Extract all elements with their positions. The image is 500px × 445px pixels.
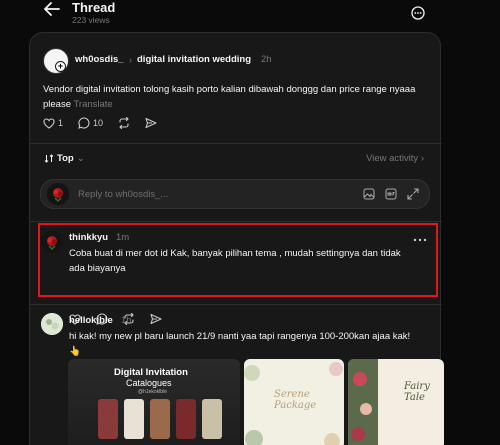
expand-icon[interactable] (407, 188, 419, 200)
attachment-subtitle: Catalogues (126, 378, 172, 388)
attachment-image[interactable]: Serene Package (244, 359, 344, 445)
comment-author[interactable]: hellokible (69, 315, 113, 326)
comment-icon (78, 117, 90, 129)
follow-plus-icon[interactable]: + (55, 61, 66, 72)
reply-input[interactable]: Reply to wh0osdis_... (78, 189, 168, 200)
back-arrow-icon[interactable] (44, 2, 62, 16)
highlight-box (38, 223, 438, 297)
view-count: 223 views (72, 15, 110, 25)
sort-icon (44, 154, 54, 163)
sort-dropdown[interactable]: Top ⌄ (44, 153, 85, 164)
comment-time: 1h (121, 315, 132, 326)
avatar (47, 183, 69, 205)
gif-icon[interactable] (385, 188, 397, 200)
view-activity-link[interactable]: View activity › (366, 153, 424, 164)
reply-composer[interactable]: Reply to wh0osdis_... (40, 179, 430, 209)
attachment-image[interactable]: Fairy Tale (348, 359, 444, 445)
attachment-title: Digital Invitation (114, 367, 188, 378)
chevron-down-icon: ⌄ (76, 153, 85, 164)
post-actions: 1 10 (43, 117, 172, 129)
like-count: 1 (58, 118, 64, 128)
attachment-carousel[interactable]: Digital Invitation Catalogues @h1ekoklbl… (68, 359, 448, 445)
repost-icon (119, 117, 129, 129)
comment-button[interactable]: 10 (78, 117, 103, 129)
topic-separator: › (129, 55, 132, 65)
phone-mockup (98, 399, 118, 439)
share-button[interactable] (145, 117, 157, 129)
send-icon (145, 117, 157, 129)
translate-link[interactable]: Translate (73, 99, 112, 110)
top-bar: Thread 223 views (0, 0, 500, 30)
post-topic[interactable]: digital invitation wedding (137, 54, 251, 65)
repost-button[interactable] (118, 117, 130, 129)
heart-icon (43, 117, 55, 129)
post-author[interactable]: wh0osdis_ (75, 54, 124, 65)
page-title: Thread (72, 0, 116, 15)
attachment-handle: @h1ekoklble (138, 389, 167, 395)
post-text: Vendor digital invitation tolong kasih p… (43, 82, 433, 112)
divider (30, 143, 442, 144)
phone-mockup (176, 399, 196, 439)
phone-mockup (202, 399, 222, 439)
comment-text: hi kak! my new pl baru launch 21/9 nanti… (69, 331, 411, 357)
attachment-image[interactable]: Digital Invitation Catalogues @h1ekoklbl… (68, 359, 240, 445)
original-post: + wh0osdis_ › digital invitation wedding… (30, 33, 442, 143)
comment-count: 10 (93, 118, 104, 128)
phone-mockup (150, 399, 170, 439)
post-time: 2h (261, 54, 272, 65)
attachment-title: Fairy Tale (404, 381, 430, 403)
phone-mockup (124, 399, 144, 439)
like-button[interactable]: 1 (43, 117, 64, 129)
image-icon[interactable] (363, 188, 375, 200)
more-options-icon[interactable] (411, 6, 425, 20)
sort-label: Top (57, 153, 74, 164)
avatar[interactable] (41, 313, 63, 335)
attachment-title: Serene Package (274, 389, 317, 411)
